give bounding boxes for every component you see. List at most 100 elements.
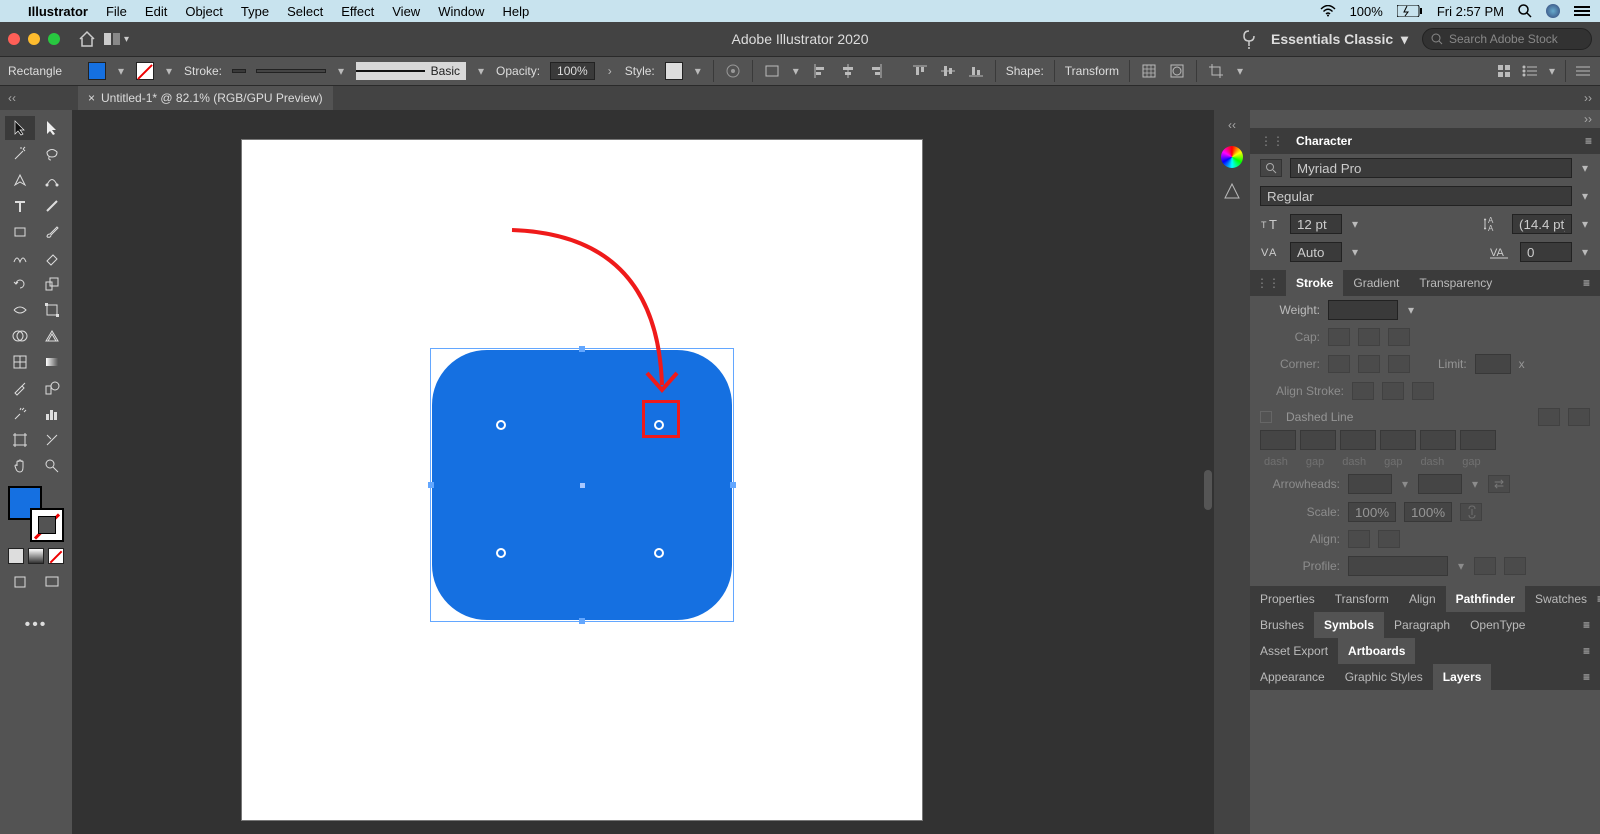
menu-help[interactable]: Help <box>502 4 529 19</box>
opacity-dd[interactable]: › <box>605 66 615 76</box>
panel-menu-icon[interactable] <box>1574 62 1592 80</box>
stroke-dropdown-icon[interactable]: ▾ <box>164 66 174 76</box>
align-bottom-icon[interactable] <box>967 62 985 80</box>
type-tool-icon[interactable] <box>5 194 35 218</box>
stroke-indicator[interactable] <box>30 508 64 542</box>
color-panel-icon[interactable] <box>1221 146 1243 168</box>
magic-wand-tool-icon[interactable] <box>5 142 35 166</box>
corner-miter-icon[interactable] <box>1328 355 1350 373</box>
rectangle-tool-icon[interactable] <box>5 220 35 244</box>
link-scale-icon[interactable] <box>1460 503 1482 521</box>
profile-dd[interactable]: ▾ <box>1456 561 1466 571</box>
menu-file[interactable]: File <box>106 4 127 19</box>
gradient-tool-icon[interactable] <box>37 350 67 374</box>
slice-tool-icon[interactable] <box>37 428 67 452</box>
brush-definition[interactable]: Basic <box>356 62 466 80</box>
lasso-tool-icon[interactable] <box>37 142 67 166</box>
arrow-align-end-icon[interactable] <box>1378 530 1400 548</box>
symbols-tab[interactable]: Symbols <box>1314 612 1384 638</box>
align-vcenter-icon[interactable] <box>939 62 957 80</box>
vwp-dd[interactable]: ▾ <box>336 66 346 76</box>
none-mode-icon[interactable] <box>48 548 64 564</box>
arrow-start-dd[interactable]: ▾ <box>1400 479 1410 489</box>
graphic-style-swatch[interactable] <box>665 62 683 80</box>
align-top-icon[interactable] <box>911 62 929 80</box>
tracking-input[interactable] <box>1520 242 1572 262</box>
row2-menu-icon[interactable]: ≡ <box>1583 618 1600 632</box>
screen-mode-icon[interactable] <box>37 570 67 594</box>
arrow-scale-start[interactable] <box>1348 502 1396 522</box>
edit-toolbar-icon[interactable]: ••• <box>25 616 48 634</box>
asset-export-tab[interactable]: Asset Export <box>1250 638 1338 664</box>
panels-collapse-icon[interactable]: ›› <box>1576 110 1600 128</box>
selection-tool-icon[interactable] <box>5 116 35 140</box>
eyedropper-tool-icon[interactable] <box>5 376 35 400</box>
search-help-icon[interactable] <box>1241 29 1257 49</box>
menu-effect[interactable]: Effect <box>341 4 374 19</box>
recolor-artwork-icon[interactable] <box>724 62 742 80</box>
gap3-input[interactable] <box>1460 430 1496 450</box>
font-family-dd[interactable]: ▾ <box>1580 163 1590 173</box>
grid-view-icon[interactable] <box>1495 62 1513 80</box>
tab-close-icon[interactable]: × <box>88 91 95 105</box>
corner-bevel-icon[interactable] <box>1388 355 1410 373</box>
control-center-icon[interactable] <box>1574 5 1590 17</box>
dash-align-corners-icon[interactable] <box>1538 408 1560 426</box>
row4-menu-icon[interactable]: ≡ <box>1583 670 1600 684</box>
align-stroke-center-icon[interactable] <box>1352 382 1374 400</box>
character-panel-header[interactable]: ⋮⋮ Character ≡ <box>1250 128 1600 154</box>
font-family-input[interactable] <box>1290 158 1572 178</box>
column-graph-tool-icon[interactable] <box>37 402 67 426</box>
miter-limit-input[interactable] <box>1475 354 1511 374</box>
siri-icon[interactable] <box>1546 4 1560 18</box>
align-stroke-outside-icon[interactable] <box>1412 382 1434 400</box>
graphic-styles-tab[interactable]: Graphic Styles <box>1335 664 1433 690</box>
minimize-window-icon[interactable] <box>28 33 40 45</box>
brush-dd[interactable]: ▾ <box>476 66 486 76</box>
vertical-scroll-grip[interactable] <box>1204 470 1212 510</box>
document-tab[interactable]: × Untitled-1* @ 82.1% (RGB/GPU Preview) <box>78 86 333 110</box>
profile-select[interactable] <box>1348 556 1448 576</box>
flip-along-icon[interactable] <box>1474 557 1496 575</box>
crop-image-icon[interactable] <box>1207 62 1225 80</box>
panel-grip-icon[interactable]: ⋮⋮ <box>1260 134 1284 148</box>
arrow-start-select[interactable] <box>1348 474 1392 494</box>
variable-width-profile[interactable] <box>256 69 326 73</box>
swatches-tab[interactable]: Swatches <box>1525 586 1597 612</box>
artboards-tab[interactable]: Artboards <box>1338 638 1415 664</box>
cap-butt-icon[interactable] <box>1328 328 1350 346</box>
menu-edit[interactable]: Edit <box>145 4 167 19</box>
gradient-tab[interactable]: Gradient <box>1343 270 1409 296</box>
spotlight-icon[interactable] <box>1518 4 1532 18</box>
dashed-line-checkbox[interactable] <box>1260 411 1272 423</box>
canvas[interactable] <box>72 110 1214 834</box>
pathfinder-tab[interactable]: Pathfinder <box>1446 586 1525 612</box>
corner-widget-bl[interactable] <box>496 548 506 558</box>
dash-preserve-icon[interactable] <box>1568 408 1590 426</box>
align-to-dd[interactable]: ▾ <box>791 66 801 76</box>
tracking-dd[interactable]: ▾ <box>1580 247 1590 257</box>
font-style-input[interactable] <box>1260 186 1572 206</box>
blend-tool-icon[interactable] <box>37 376 67 400</box>
align-panel-tab[interactable]: Align <box>1399 586 1446 612</box>
character-panel-menu-icon[interactable]: ≡ <box>1585 134 1592 148</box>
list-view-icon[interactable] <box>1521 62 1539 80</box>
arrow-end-dd[interactable]: ▾ <box>1470 479 1480 489</box>
swap-arrowheads-icon[interactable]: ⇄ <box>1488 475 1510 493</box>
artboard[interactable] <box>242 140 922 820</box>
arrange-documents-button[interactable]: ▾ <box>104 33 129 45</box>
opentype-tab[interactable]: OpenType <box>1460 612 1535 638</box>
curvature-tool-icon[interactable] <box>37 168 67 192</box>
dash1-input[interactable] <box>1260 430 1296 450</box>
panel-grip-icon[interactable]: ⋮⋮ <box>1250 276 1286 290</box>
align-to-selection-icon[interactable] <box>763 62 781 80</box>
layers-tab[interactable]: Layers <box>1433 664 1492 690</box>
list-dd[interactable]: ▾ <box>1547 66 1557 76</box>
opacity-input[interactable]: 100% <box>550 62 595 80</box>
corner-widget-br[interactable] <box>654 548 664 558</box>
menu-view[interactable]: View <box>392 4 420 19</box>
color-mode-icon[interactable] <box>8 548 24 564</box>
shaper-tool-icon[interactable] <box>5 246 35 270</box>
scale-tool-icon[interactable] <box>37 272 67 296</box>
cap-round-icon[interactable] <box>1358 328 1380 346</box>
